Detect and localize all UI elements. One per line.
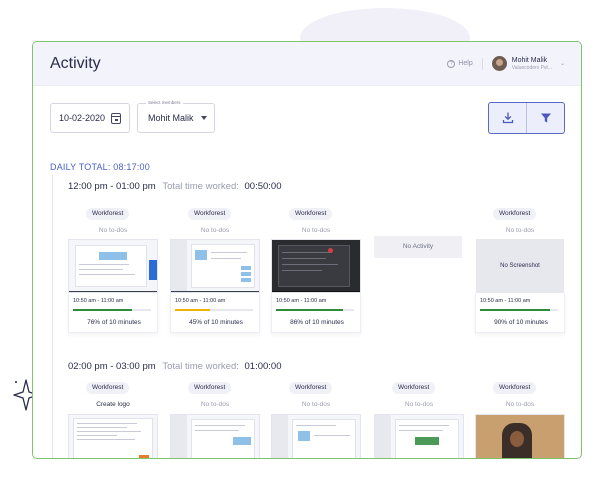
- user-menu[interactable]: Mohit Malik Valuecoders Pvt... ⌄: [491, 56, 565, 71]
- no-activity-placeholder: No Activity: [374, 236, 462, 258]
- progress-fill: [73, 309, 133, 311]
- date-value: 10-02-2020: [59, 113, 106, 123]
- help-label: Help: [458, 60, 473, 67]
- card-percent: 76% of 10 minutes: [87, 319, 141, 326]
- member-select-value: Mohit Malik: [148, 113, 194, 123]
- download-icon: [502, 112, 513, 124]
- progress-track: [73, 309, 151, 311]
- screenshot-thumbnail[interactable]: [170, 239, 260, 293]
- slot-worked-value: 00:50:00: [244, 181, 282, 192]
- caret-down-icon: [201, 116, 207, 120]
- no-screenshot-placeholder: No Screenshot: [476, 239, 564, 293]
- card-percent: 45% of 10 minutes: [189, 319, 243, 326]
- project-chip: Workforest: [188, 208, 232, 220]
- daily-total: DAILY TOTAL: 08:17:00: [50, 162, 150, 172]
- project-chip: Workforest: [493, 382, 537, 394]
- avatar: [491, 56, 507, 71]
- card-meta: 10:50 am - 11:00 am 86% of 10 minutes: [271, 293, 361, 333]
- todo-label: Create logo: [96, 401, 130, 408]
- chevron-down-icon: ⌄: [559, 61, 565, 67]
- todo-label: No to-dos: [301, 401, 331, 408]
- card-time: 10:50 am - 11:00 am: [73, 298, 124, 304]
- page-title: Activity: [50, 54, 101, 72]
- todo-label: No to-dos: [200, 227, 230, 234]
- screenshot-thumbnail[interactable]: [170, 414, 260, 458]
- slot-range: 02:00 pm - 03:00 pm: [68, 361, 156, 372]
- calendar-icon: [111, 113, 121, 124]
- progress-track: [480, 309, 558, 311]
- card-percent: 86% of 10 minutes: [290, 319, 344, 326]
- slot-header: 02:00 pm - 03:00 pm Total time worked: 0…: [68, 361, 282, 372]
- todo-label: No to-dos: [98, 227, 128, 234]
- member-select-legend: Select members: [146, 100, 183, 105]
- filter-button[interactable]: [526, 103, 564, 133]
- progress-fill: [276, 309, 344, 311]
- progress-fill: [175, 309, 211, 311]
- card-time: 10:50 am - 11:00 am: [480, 298, 531, 304]
- screenshot-thumbnail[interactable]: [475, 414, 565, 458]
- screenshot-thumbnail[interactable]: [68, 239, 158, 293]
- member-select[interactable]: Select members Mohit Malik: [137, 100, 215, 133]
- card-meta: 10:50 am - 11:00 am 45% of 10 minutes: [170, 293, 260, 333]
- project-chip: Workforest: [86, 382, 130, 394]
- slot-worked-label: Total time worked:: [162, 361, 239, 372]
- card-percent: 90% of 10 minutes: [494, 319, 548, 326]
- card-time: 10:50 am - 11:00 am: [276, 298, 327, 304]
- card-meta: 10:50 am - 11:00 am 90% of 10 minutes: [475, 293, 565, 333]
- download-button[interactable]: [489, 103, 526, 133]
- project-chip: Workforest: [188, 382, 232, 394]
- user-name: Mohit Malik: [511, 56, 548, 64]
- timeline-line: [52, 175, 53, 458]
- project-chip: Workforest: [289, 382, 333, 394]
- screenshot-thumbnail[interactable]: [271, 414, 361, 458]
- help-link[interactable]: ? Help: [447, 59, 473, 68]
- todo-label: No to-dos: [505, 401, 535, 408]
- screenshot-thumbnail[interactable]: [374, 414, 464, 458]
- help-icon: ?: [447, 59, 456, 68]
- card-time: 10:50 am - 11:00 am: [175, 298, 226, 304]
- header-divider: [481, 57, 483, 70]
- project-chip: Workforest: [289, 208, 333, 220]
- date-picker[interactable]: 10-02-2020: [50, 103, 130, 133]
- slot-header: 12:00 pm - 01:00 pm Total time worked: 0…: [68, 181, 282, 192]
- webcam-person: [502, 423, 532, 458]
- activity-window: Activity ? Help Mohit Malik Valuecoders …: [32, 41, 582, 459]
- screenshot-thumbnail[interactable]: [271, 239, 361, 293]
- project-chip: Workforest: [86, 208, 130, 220]
- card-meta: 10:50 am - 11:00 am 76% of 10 minutes: [68, 293, 158, 333]
- screenshot-thumbnail[interactable]: [68, 414, 158, 458]
- header: Activity ? Help Mohit Malik Valuecoders …: [33, 42, 581, 86]
- todo-label: No to-dos: [301, 227, 331, 234]
- stage: Activity ? Help Mohit Malik Valuecoders …: [0, 0, 613, 503]
- progress-track: [276, 309, 354, 311]
- slot-range: 12:00 pm - 01:00 pm: [68, 181, 156, 192]
- action-button-group: [488, 102, 565, 134]
- project-chip: Workforest: [392, 382, 436, 394]
- progress-track: [175, 309, 253, 311]
- todo-label: No to-dos: [200, 401, 230, 408]
- filter-icon: [540, 113, 551, 123]
- slot-worked-value: 01:00:00: [244, 361, 282, 372]
- slot-worked-label: Total time worked:: [162, 181, 239, 192]
- progress-fill: [480, 309, 551, 311]
- todo-label: No to-dos: [404, 401, 434, 408]
- project-chip: Workforest: [493, 208, 537, 220]
- controls-bar: 10-02-2020 Select members Mohit Malik: [50, 100, 565, 134]
- todo-label: No to-dos: [505, 227, 535, 234]
- user-org: Valuecoders Pvt...: [511, 64, 552, 71]
